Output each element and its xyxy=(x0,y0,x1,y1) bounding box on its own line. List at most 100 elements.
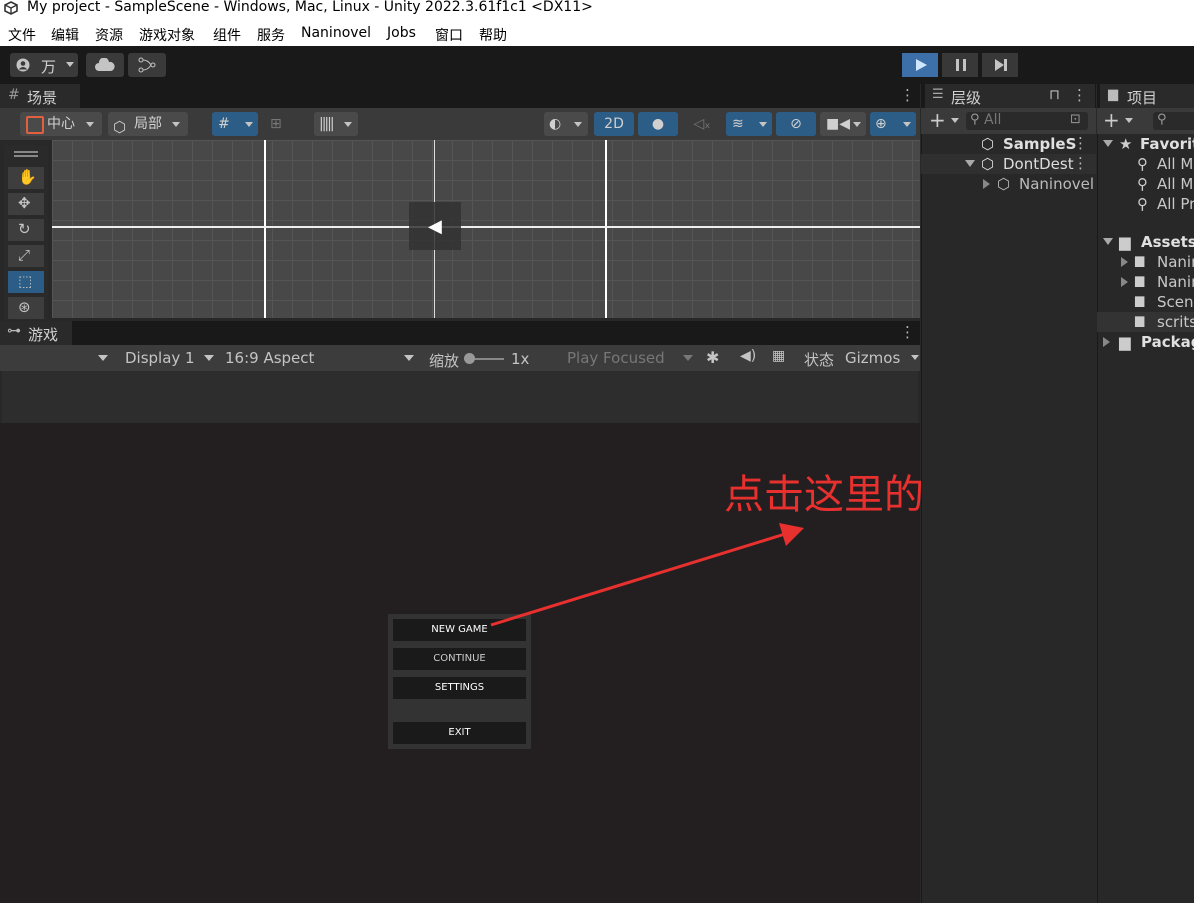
step-button[interactable] xyxy=(982,53,1018,77)
scene-tab-bar xyxy=(0,84,920,108)
chevron-down-icon xyxy=(683,355,693,361)
menu-window[interactable]: 窗口 xyxy=(435,25,463,45)
space-dropdown[interactable]: ⬡ 局部 xyxy=(108,112,188,136)
hierarchy-more-icon[interactable]: ⋮ xyxy=(1072,86,1087,104)
camera-button[interactable]: ■◀ xyxy=(820,112,866,136)
pivot-dropdown[interactable]: 中心 xyxy=(20,112,102,136)
collapse-arrow-icon[interactable] xyxy=(1103,337,1110,347)
move-tool-button[interactable]: ✥ xyxy=(8,193,44,215)
pivot-icon xyxy=(26,116,44,134)
lock-icon[interactable]: ⊓ xyxy=(1049,87,1060,103)
continue-button[interactable]: CONTINUE xyxy=(393,648,526,670)
row-more-icon[interactable]: ⋮ xyxy=(1073,154,1088,172)
project-search-input[interactable]: ⚲ xyxy=(1153,112,1194,130)
menu-jobs[interactable]: Jobs xyxy=(387,25,416,41)
tab-game[interactable]: ⊶ 游戏 xyxy=(0,321,72,345)
menu-services[interactable]: 服务 xyxy=(257,25,285,45)
gizmos-scene-button[interactable]: ⊕ xyxy=(870,112,916,136)
shading-mode-button[interactable]: ◐ xyxy=(544,112,588,136)
expand-arrow-icon[interactable] xyxy=(1103,140,1113,147)
project-asset-item[interactable]: ▆ Nanin xyxy=(1097,272,1194,292)
tab-project[interactable]: ▆ 项目 xyxy=(1100,84,1194,108)
effects-button[interactable]: ≋ xyxy=(726,112,772,136)
add-icon[interactable]: + xyxy=(1103,108,1120,132)
exit-button[interactable]: EXIT xyxy=(393,722,526,744)
collapse-arrow-icon[interactable] xyxy=(1121,257,1128,267)
play-button[interactable] xyxy=(902,53,938,77)
grid-snap-button[interactable]: # xyxy=(212,112,258,136)
expand-arrow-icon[interactable] xyxy=(1103,238,1113,245)
account-label: 万 xyxy=(41,58,57,76)
bug-icon[interactable]: ✱ xyxy=(706,348,719,367)
chevron-down-icon[interactable] xyxy=(951,118,959,123)
menu-help[interactable]: 帮助 xyxy=(479,25,507,45)
play-mode-dropdown[interactable]: Play Focused xyxy=(562,345,698,371)
gizmos-button[interactable]: Gizmos xyxy=(845,349,900,367)
menu-naninovel[interactable]: Naninovel xyxy=(301,25,371,41)
search-options-icon[interactable]: ⊡ xyxy=(1070,112,1081,127)
visibility-button[interactable]: ⊘ xyxy=(776,112,816,136)
menu-edit[interactable]: 编辑 xyxy=(51,25,79,45)
project-assets-row[interactable]: ▆ Assets xyxy=(1097,232,1194,252)
layers-icon: ≋ xyxy=(732,116,744,132)
menu-component[interactable]: 组件 xyxy=(213,25,241,45)
collapse-arrow-icon[interactable] xyxy=(983,179,990,189)
rotate-tool-button[interactable]: ↻ xyxy=(8,219,44,241)
project-fav-item[interactable]: ⚲ All M xyxy=(1097,154,1194,174)
hand-tool-button[interactable]: ✋ xyxy=(8,167,44,189)
add-icon[interactable]: + xyxy=(929,108,946,132)
scene-viewport[interactable]: ◀ xyxy=(52,140,920,318)
gizmo-globe-icon: ⊕ xyxy=(875,116,887,132)
scale-icon: ⤢ xyxy=(18,246,31,264)
hierarchy-row-dontdestroy[interactable]: ⬡ DontDest ⋮ xyxy=(921,154,1096,174)
scene-tools-overlay: ✋ ✥ ↻ ⤢ ⬚ ⊛ xyxy=(4,145,48,320)
rect-tool-button[interactable]: ⬚ xyxy=(8,271,44,293)
row-more-icon[interactable]: ⋮ xyxy=(1073,134,1088,152)
ruler-button[interactable]: ||||| xyxy=(314,112,358,136)
project-fav-item[interactable]: ⚲ All Pr xyxy=(1097,194,1194,214)
menu-assets[interactable]: 资源 xyxy=(95,25,123,45)
game-more-icon[interactable]: ⋮ xyxy=(900,323,915,341)
project-packages-row[interactable]: ▆ Packag xyxy=(1097,332,1194,352)
scale-slider-thumb[interactable] xyxy=(464,353,475,364)
hierarchy-row-naninovel[interactable]: ⬡ Naninovel xyxy=(921,174,1096,194)
lighting-button[interactable]: ● xyxy=(638,112,678,136)
speaker-icon[interactable]: ◀) xyxy=(740,348,756,364)
tab-scene[interactable]: # 场景 xyxy=(0,84,80,108)
chevron-down-icon xyxy=(404,355,414,361)
project-favorites-row[interactable]: ★ Favorit xyxy=(1097,134,1194,154)
transform-tool-button[interactable]: ⊛ xyxy=(8,297,44,319)
version-control-button[interactable] xyxy=(128,53,166,77)
aspect-dropdown[interactable]: 16:9 Aspect xyxy=(220,345,420,371)
hierarchy-search-input[interactable]: ⚲ All ⊡ xyxy=(966,112,1088,130)
chevron-down-icon xyxy=(86,122,94,127)
expand-arrow-icon[interactable] xyxy=(965,160,975,167)
hierarchy-row-scene[interactable]: ⬡ SampleS ⋮ xyxy=(921,134,1096,154)
project-asset-item[interactable]: ▆ scrits xyxy=(1097,312,1194,332)
display-dropdown[interactable]: Display 1 xyxy=(117,345,219,371)
scene-more-icon[interactable]: ⋮ xyxy=(900,86,915,104)
scale-tool-button[interactable]: ⤢ xyxy=(8,245,44,267)
settings-button[interactable]: SETTINGS xyxy=(393,677,526,699)
cloud-button[interactable] xyxy=(86,53,124,77)
pause-button[interactable] xyxy=(942,53,978,77)
new-game-button[interactable]: NEW GAME xyxy=(393,619,526,641)
menu-gameobject[interactable]: 游戏对象 xyxy=(139,25,195,45)
project-fav-item[interactable]: ⚲ All M xyxy=(1097,174,1194,194)
mode-2d-button[interactable]: 2D xyxy=(594,112,634,136)
chevron-down-icon[interactable] xyxy=(911,355,919,360)
account-dropdown[interactable]: 万 xyxy=(10,53,78,77)
collapse-arrow-icon[interactable] xyxy=(1121,277,1128,287)
audio-button[interactable]: ◁ₓ xyxy=(682,112,722,136)
chevron-down-icon[interactable] xyxy=(98,355,108,361)
menu-file[interactable]: 文件 xyxy=(8,25,36,45)
keyboard-icon[interactable]: ▦ xyxy=(772,348,785,364)
project-asset-item[interactable]: ▆ Scene xyxy=(1097,292,1194,312)
increment-snap-button[interactable]: ⊞ xyxy=(264,112,306,136)
stats-button[interactable]: 状态 xyxy=(804,349,834,370)
tab-hierarchy[interactable]: ☰ 层级 ⊓ ⋮ xyxy=(925,84,1095,108)
project-asset-item[interactable]: ▆ Nanin xyxy=(1097,252,1194,272)
pivot-label: 中心 xyxy=(47,116,75,132)
scale-slider[interactable] xyxy=(464,353,504,364)
chevron-down-icon[interactable] xyxy=(1125,118,1133,123)
